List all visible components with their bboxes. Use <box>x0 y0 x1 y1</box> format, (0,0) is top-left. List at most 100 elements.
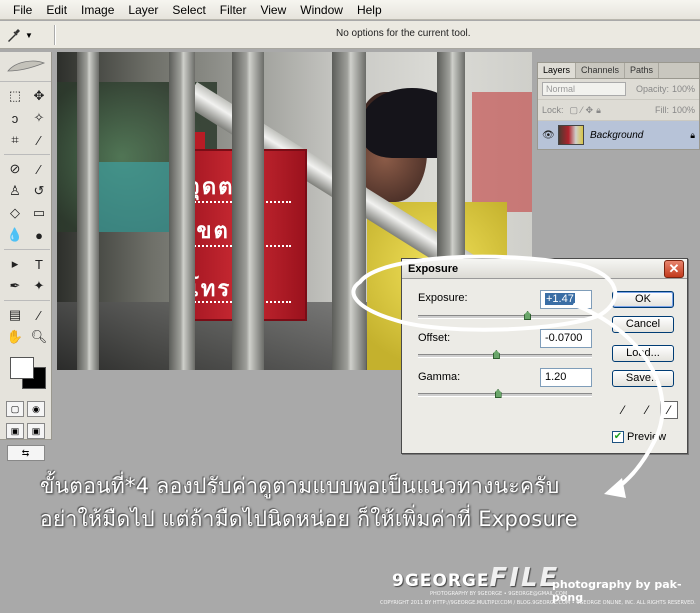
tab-paths[interactable]: Paths <box>625 63 660 78</box>
gamma-field[interactable]: 1.20 <box>540 368 592 387</box>
annotation-text-line1: ขั้นตอนที่*4 ลองปรับค่าดูตามแบบพอเป็นแนว… <box>40 474 560 498</box>
eye-icon[interactable]: 👁︎ <box>542 130 558 141</box>
blend-mode-select[interactable]: Normal <box>542 82 626 96</box>
options-message: No options for the current tool. <box>336 28 471 39</box>
gray-point-eyedropper-icon[interactable]: ⁄ <box>638 401 656 419</box>
pen-tool-icon[interactable]: ✒ <box>4 276 26 296</box>
offset-field[interactable]: -0.0700 <box>540 329 592 348</box>
gamma-label: Gamma: <box>418 371 461 383</box>
screen-mode-full-icon[interactable]: ▣ <box>27 423 45 439</box>
menu-image[interactable]: Image <box>74 1 121 19</box>
photo-bar-2 <box>169 52 195 370</box>
menu-view[interactable]: View <box>253 1 293 19</box>
exposure-slider-thumb[interactable] <box>524 311 532 320</box>
watermark-fine1: PHOTOGRAPHY BY 9GEORGE • 9GEORGE@GMAIL.C… <box>430 591 568 597</box>
marquee-tool-icon[interactable]: ⬚ <box>4 86 26 106</box>
menu-bar: File Edit Image Layer Select Filter View… <box>0 0 700 20</box>
path-selection-tool-icon[interactable]: ▸ <box>4 254 26 274</box>
color-swatches <box>4 355 47 395</box>
preview-checkbox-row[interactable]: ✔ Preview <box>612 431 666 443</box>
menu-filter[interactable]: Filter <box>213 1 254 19</box>
offset-label: Offset: <box>418 332 451 344</box>
shape-tool-icon[interactable]: ✦ <box>28 276 50 296</box>
photo-red-sign-right <box>472 92 532 212</box>
options-divider <box>54 25 56 45</box>
black-point-eyedropper-icon[interactable]: ⁄ <box>614 401 632 419</box>
toolbox-header <box>0 52 51 82</box>
menu-file[interactable]: File <box>6 1 39 19</box>
watermark-name: 9GEORGE <box>392 571 490 591</box>
watermark-brand: 9GEORGEFILE <box>392 563 559 593</box>
menu-help[interactable]: Help <box>350 1 389 19</box>
menu-layer[interactable]: Layer <box>121 1 165 19</box>
foreground-color-swatch[interactable] <box>10 357 34 379</box>
crop-tool-icon[interactable]: ⌗ <box>4 130 26 150</box>
close-icon[interactable]: ✕ <box>664 260 684 278</box>
fill-label: Fill: <box>654 105 669 115</box>
exposure-slider[interactable] <box>418 311 592 320</box>
preview-checkbox[interactable]: ✔ <box>612 431 624 443</box>
options-bar: ▼ No options for the current tool. <box>0 21 700 49</box>
toolbox: ⬚ ✥ ↄ ✧ ⌗ ⁄ ⊘ ⁄ ♙ ↺ ◇ ▭ 💧 ● ▸ T ✒ ✦ ▤ ⁄ … <box>0 52 52 461</box>
layer-name: Background <box>590 129 644 141</box>
lock-label: Lock: <box>542 105 564 115</box>
dodge-tool-icon[interactable]: ● <box>28 225 50 245</box>
feather-icon <box>6 60 45 71</box>
photo-bar-1 <box>77 52 99 370</box>
gradient-tool-icon[interactable]: ▭ <box>28 203 50 223</box>
brush-tool-icon[interactable]: ⁄ <box>28 159 50 179</box>
menu-select[interactable]: Select <box>165 1 212 19</box>
type-tool-icon[interactable]: T <box>28 254 50 274</box>
history-brush-tool-icon[interactable]: ↺ <box>28 181 50 201</box>
opacity-value[interactable]: 100% <box>672 84 695 94</box>
healing-brush-tool-icon[interactable]: ⊘ <box>4 159 26 179</box>
photo-bar-3 <box>232 52 264 370</box>
dialog-title: Exposure <box>402 259 687 279</box>
exposure-label: Exposure: <box>418 292 468 304</box>
watermark-fine2: COPYRIGHT 2011 BY HTTP://9GEORGE.MULTIPL… <box>380 600 696 606</box>
standard-mode-icon[interactable]: ▢ <box>6 401 24 417</box>
move-tool-icon[interactable]: ✥ <box>28 86 50 106</box>
gamma-slider[interactable] <box>418 389 592 398</box>
eyedropper-icon <box>8 29 20 42</box>
clone-stamp-tool-icon[interactable]: ♙ <box>4 181 26 201</box>
tab-channels[interactable]: Channels <box>576 63 626 78</box>
menu-edit[interactable]: Edit <box>39 1 74 19</box>
lock-icons[interactable]: ▢⁄✥🔒︎ <box>570 105 604 116</box>
zoom-tool-icon[interactable]: 🔍︎ <box>28 327 50 347</box>
watermark-file: FILE <box>489 563 560 593</box>
blur-tool-icon[interactable]: 💧 <box>4 225 26 245</box>
slice-tool-icon[interactable]: ⁄ <box>28 130 50 150</box>
opacity-label: Opacity: <box>635 84 669 94</box>
offset-slider-thumb[interactable] <box>492 350 500 359</box>
quick-mask-mode-icon[interactable]: ◉ <box>27 401 45 417</box>
cancel-button[interactable]: Cancel <box>612 316 674 333</box>
offset-slider[interactable] <box>418 350 592 359</box>
screen-mode-standard-icon[interactable]: ▣ <box>6 423 24 439</box>
hand-tool-icon[interactable]: ✋ <box>4 327 26 347</box>
annotation-text-line2: อย่าให้มืดไป แต่ถ้ามืดไปนิดหน่อย ก็ให้เพ… <box>40 507 578 531</box>
tool-preset-picker[interactable]: ▼ <box>6 26 46 44</box>
tab-layers[interactable]: Layers <box>538 63 577 78</box>
layer-row-background[interactable]: 👁︎ Background 🔒︎ <box>538 121 699 149</box>
magic-wand-tool-icon[interactable]: ✧ <box>28 108 50 128</box>
eraser-tool-icon[interactable]: ◇ <box>4 203 26 223</box>
save-button[interactable]: Save... <box>612 370 674 387</box>
load-button[interactable]: Load... <box>612 345 674 362</box>
ok-button[interactable]: OK <box>612 291 674 308</box>
lasso-tool-icon[interactable]: ↄ <box>4 108 26 128</box>
lock-icon: 🔒︎ <box>690 129 695 140</box>
gamma-slider-thumb[interactable] <box>494 389 502 398</box>
jump-to-imageready-icon[interactable]: ⇆ <box>6 445 45 461</box>
eyedropper-tool-icon[interactable]: ⁄ <box>28 305 50 325</box>
exposure-dialog: Exposure ✕ Exposure: +1.47 Offset: -0.07… <box>401 258 688 454</box>
notes-tool-icon[interactable]: ▤ <box>4 305 26 325</box>
layer-thumbnail <box>558 125 584 145</box>
white-point-eyedropper-icon[interactable]: ⁄ <box>660 401 678 419</box>
photo-bar-4 <box>332 52 366 370</box>
menu-window[interactable]: Window <box>293 1 350 19</box>
exposure-field[interactable]: +1.47 <box>540 290 592 309</box>
layers-panel: Layers Channels Paths Normal Opacity: 10… <box>537 62 700 150</box>
chevron-down-icon: ▼ <box>25 30 33 40</box>
fill-value[interactable]: 100% <box>672 105 695 115</box>
